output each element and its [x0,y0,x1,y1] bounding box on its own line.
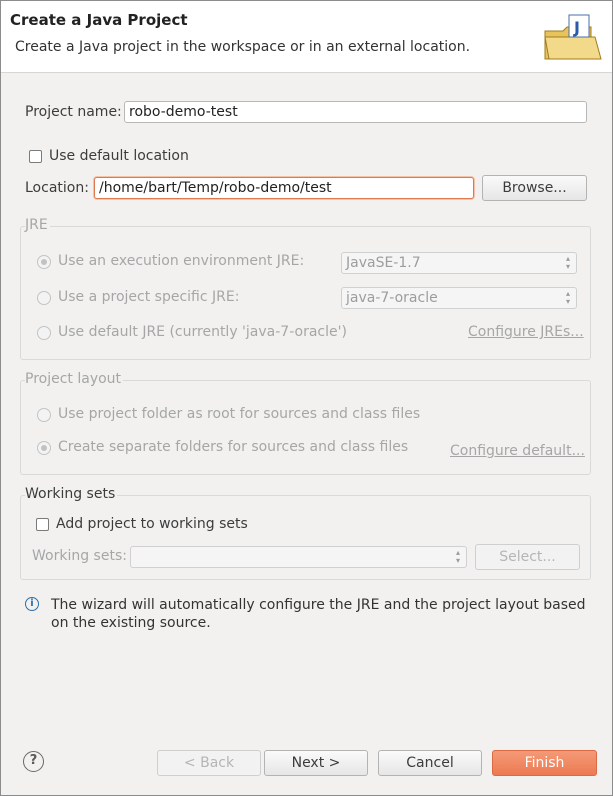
cancel-button[interactable]: Cancel [378,750,482,776]
project-name-label: Project name: [25,104,122,120]
working-sets-group-label: Working sets [25,486,118,502]
layout-separate-label: Create separate folders for sources and … [58,439,409,455]
project-name-input[interactable]: robo-demo-test [124,101,587,123]
jre-group-label: JRE [25,217,50,233]
jre-specific-label: Use a project specific JRE: [58,289,240,305]
jre-specific-value: java-7-oracle [346,290,438,306]
location-label: Location: [25,180,89,196]
working-sets-label: Working sets: [32,548,127,564]
jre-env-value: JavaSE-1.7 [346,255,421,271]
jre-default-radio[interactable] [37,326,51,340]
info-message: The wizard will automatically configure … [51,597,586,631]
add-to-working-sets-checkbox[interactable] [36,518,49,531]
layout-separate-radio[interactable] [37,441,51,455]
project-layout-group-label: Project layout [25,371,124,387]
use-default-location-label: Use default location [49,148,189,164]
jre-specific-radio[interactable] [37,291,51,305]
back-button[interactable]: < Back [157,750,261,776]
add-to-working-sets-label: Add project to working sets [56,516,248,532]
java-project-folder-icon: J [544,14,602,60]
layout-root-label: Use project folder as root for sources a… [58,406,421,422]
layout-root-radio[interactable] [37,408,51,422]
use-default-location-checkbox[interactable] [29,150,42,163]
jre-default-label: Use default JRE (currently 'java-7-oracl… [58,324,347,340]
browse-button[interactable]: Browse... [482,175,587,201]
select-working-sets-button[interactable]: Select... [475,544,580,570]
configure-jres-link[interactable]: Configure JREs... [468,324,584,340]
jre-env-radio[interactable] [37,255,51,269]
project-layout-group [20,380,591,475]
spinner-arrows-icon: ▴ ▾ [565,289,570,306]
jre-env-select[interactable]: JavaSE-1.7 ▴ ▾ [341,252,577,274]
svg-text:J: J [573,18,580,37]
help-icon[interactable]: ? [23,751,44,772]
wizard-title: Create a Java Project [10,11,188,29]
spinner-arrows-icon: ▴ ▾ [565,254,570,271]
jre-specific-select[interactable]: java-7-oracle ▴ ▾ [341,287,577,309]
wizard-subtitle: Create a Java project in the workspace o… [15,39,471,55]
spinner-arrows-icon: ▴ ▾ [455,548,460,565]
next-button[interactable]: Next > [264,750,368,776]
jre-env-label: Use an execution environment JRE: [58,253,305,269]
location-input[interactable]: /home/bart/Temp/robo-demo/test [94,177,474,199]
info-icon: i [25,597,39,611]
finish-button[interactable]: Finish [492,750,597,776]
working-sets-select[interactable]: ▴ ▾ [130,546,467,568]
configure-default-link[interactable]: Configure default... [450,443,585,459]
wizard-header: Create a Java Project Create a Java proj… [1,1,612,73]
